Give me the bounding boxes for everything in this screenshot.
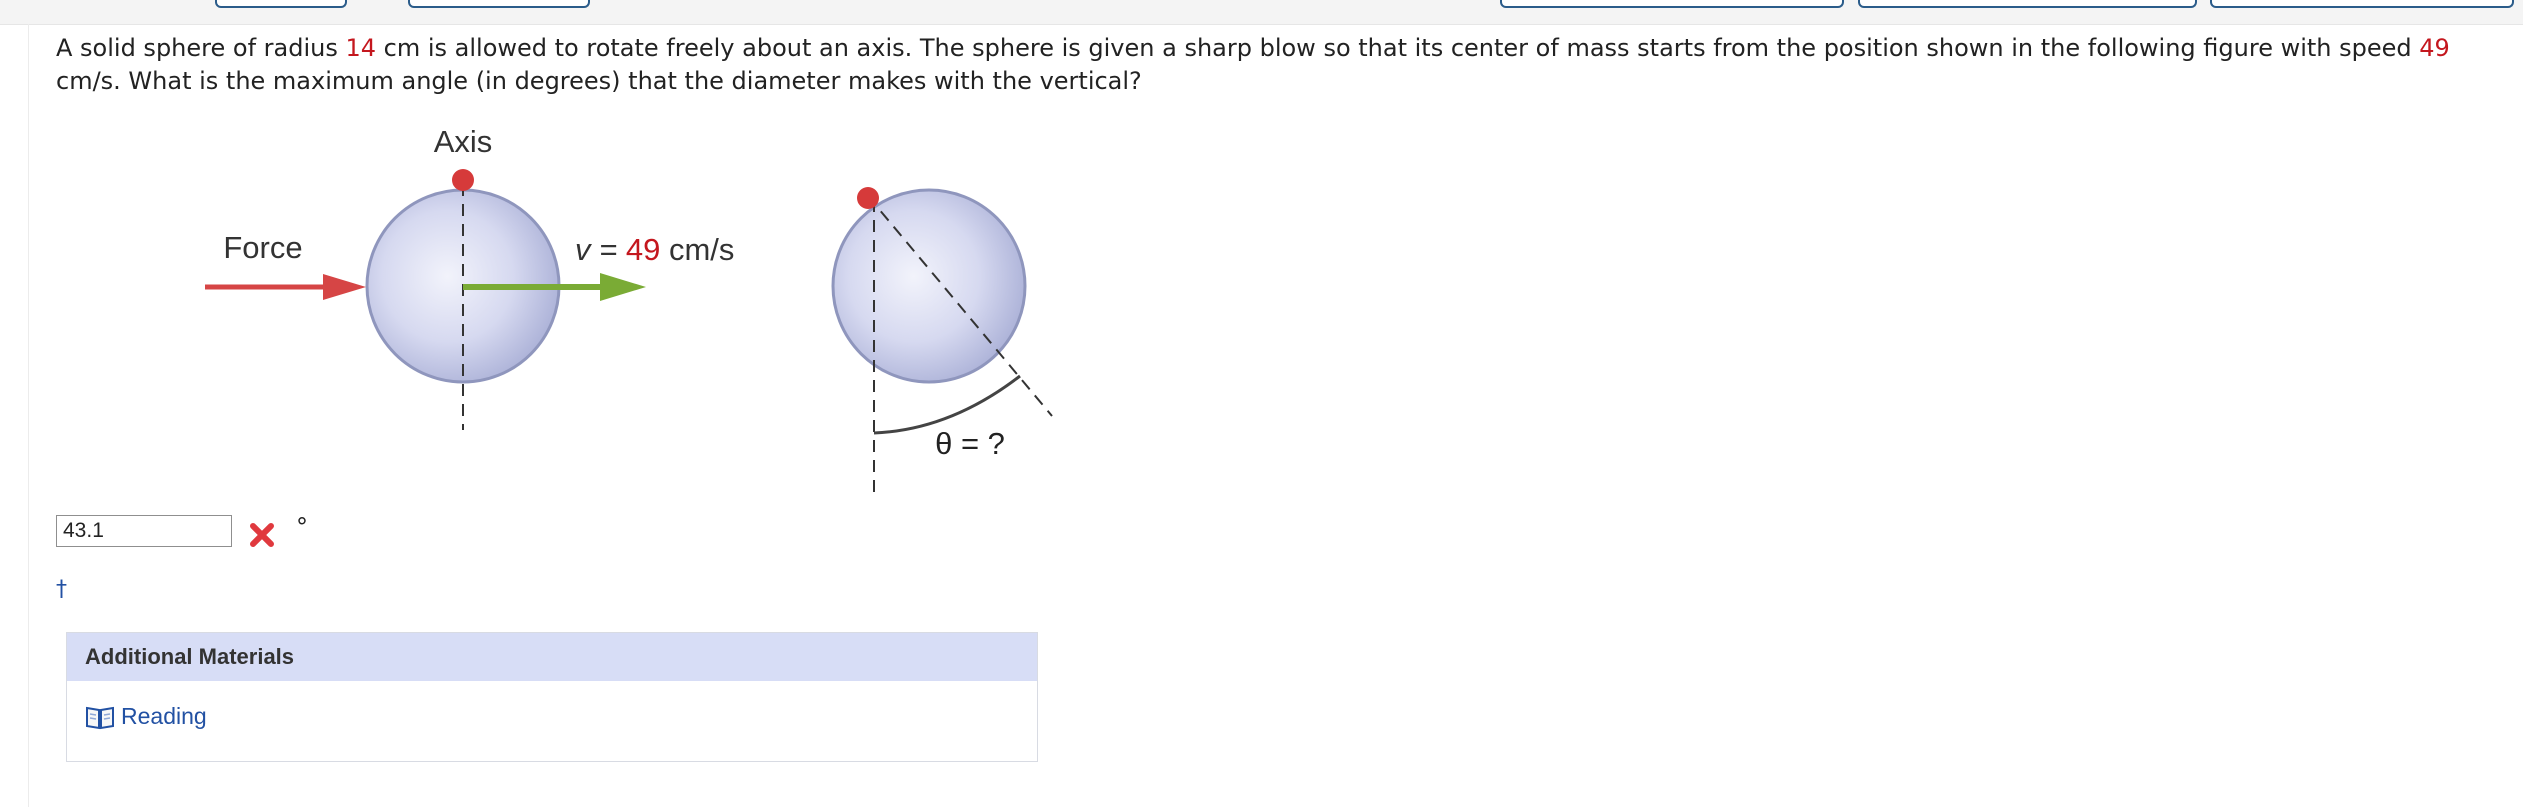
toolbar-button-1[interactable] (215, 0, 347, 8)
velocity-label: v = 49 cm/s (575, 232, 734, 267)
question-part-2: cm is allowed to rotate freely about an … (376, 34, 2420, 62)
additional-materials-header: Additional Materials (67, 633, 1037, 681)
toolbar-button-2[interactable] (408, 0, 590, 8)
question-part-3: cm/s. What is the maximum angle (in degr… (56, 67, 1142, 95)
angle-arc (873, 374, 1021, 435)
content-border (28, 24, 29, 807)
axis-pivot-dot (452, 169, 474, 191)
additional-materials-panel: Additional Materials Reading (66, 632, 1038, 762)
axis-label: Axis (434, 124, 493, 159)
sphere-figure: Axis Force v = 49 cm/s θ = ? (205, 124, 1053, 494)
radius-value: 14 (345, 34, 377, 62)
toolbar-button-4[interactable] (1858, 0, 2197, 8)
theta-label: θ = ? (935, 426, 1005, 461)
footnote-dagger-link[interactable]: † (56, 577, 67, 602)
book-icon (86, 706, 114, 729)
toolbar-button-3[interactable] (1500, 0, 1844, 8)
velocity-value: 49 (626, 232, 660, 267)
velocity-unit: cm/s (660, 232, 734, 267)
toolbar-button-5[interactable] (2210, 0, 2514, 8)
right-sphere (831, 188, 1027, 384)
pivot-dot (857, 187, 879, 209)
question-text: A solid sphere of radius 14 cm is allowe… (56, 32, 2486, 98)
left-sphere-group: Axis Force v = 49 cm/s (205, 124, 734, 430)
reading-label: Reading (121, 703, 207, 729)
force-arrow-head (323, 274, 366, 300)
degree-unit: ° (296, 513, 308, 541)
right-sphere-group: θ = ? (831, 187, 1053, 494)
question-part-1: A solid sphere of radius (56, 34, 346, 62)
speed-value: 49 (2419, 34, 2450, 62)
force-label: Force (223, 230, 302, 265)
top-toolbar (0, 0, 2523, 25)
velocity-arrow-head (600, 273, 646, 301)
velocity-prefix: v = (575, 232, 626, 267)
answer-input[interactable] (56, 515, 232, 547)
x-icon (250, 523, 274, 547)
reading-link[interactable]: Reading (85, 703, 207, 730)
